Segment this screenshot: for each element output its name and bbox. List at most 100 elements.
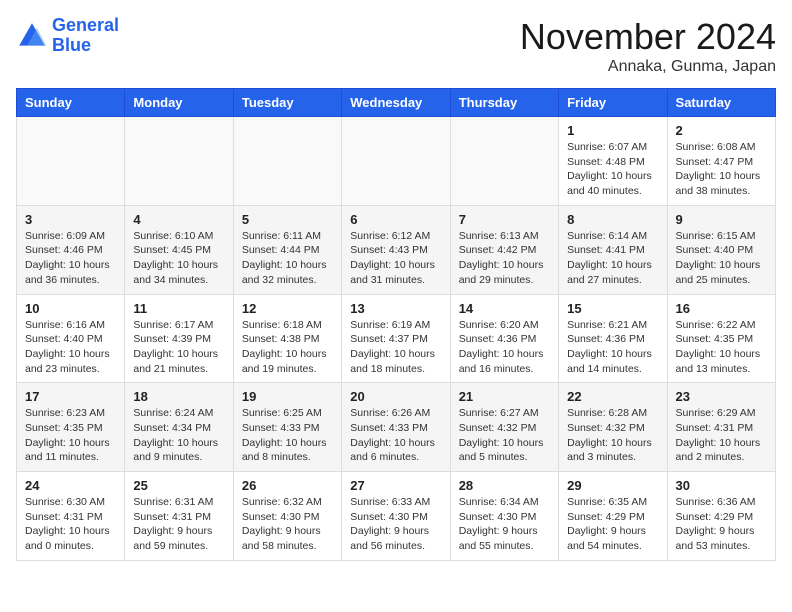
- calendar-day-cell: 27 Sunrise: 6:33 AM Sunset: 4:30 PM Dayli…: [342, 472, 450, 561]
- logo-text: General Blue: [52, 16, 119, 56]
- calendar-day-cell: 24Sunrise: 6:30 AM Sunset: 4:31 PM Dayli…: [17, 472, 125, 561]
- day-number: 13: [350, 301, 441, 316]
- calendar-day-cell: 3 Sunrise: 6:09 AM Sunset: 4:46 PM Daylig…: [17, 205, 125, 294]
- day-number: 8: [567, 212, 658, 227]
- calendar-day-cell: 30 Sunrise: 6:36 AM Sunset: 4:29 PM Dayli…: [667, 472, 775, 561]
- calendar-day-cell: 20Sunrise: 6:26 AM Sunset: 4:33 PM Dayli…: [342, 383, 450, 472]
- day-info: Sunrise: 6:34 AM Sunset: 4:30 PM Dayligh…: [459, 495, 550, 554]
- calendar-day-cell: [342, 117, 450, 206]
- day-info: Sunrise: 6:36 AM Sunset: 4:29 PM Dayligh…: [676, 495, 767, 554]
- weekday-header-cell: Sunday: [17, 89, 125, 117]
- month-title: November 2024: [520, 16, 776, 58]
- day-number: 23: [676, 389, 767, 404]
- calendar-day-cell: 23 Sunrise: 6:29 AM Sunset: 4:31 PM Dayli…: [667, 383, 775, 472]
- day-info: Sunrise: 6:09 AM Sunset: 4:46 PM Dayligh…: [25, 229, 116, 288]
- calendar-day-cell: 8Sunrise: 6:14 AM Sunset: 4:41 PM Daylig…: [559, 205, 667, 294]
- day-number: 25: [133, 478, 224, 493]
- calendar-day-cell: 9 Sunrise: 6:15 AM Sunset: 4:40 PM Daylig…: [667, 205, 775, 294]
- weekday-header-cell: Thursday: [450, 89, 558, 117]
- calendar-day-cell: 19 Sunrise: 6:25 AM Sunset: 4:33 PM Dayli…: [233, 383, 341, 472]
- calendar-day-cell: 5 Sunrise: 6:11 AM Sunset: 4:44 PM Daylig…: [233, 205, 341, 294]
- calendar-day-cell: 18 Sunrise: 6:24 AM Sunset: 4:34 PM Dayli…: [125, 383, 233, 472]
- day-info: Sunrise: 6:15 AM Sunset: 4:40 PM Dayligh…: [676, 229, 767, 288]
- day-info: Sunrise: 6:35 AM Sunset: 4:29 PM Dayligh…: [567, 495, 658, 554]
- calendar-day-cell: 6Sunrise: 6:12 AM Sunset: 4:43 PM Daylig…: [342, 205, 450, 294]
- weekday-header-cell: Wednesday: [342, 89, 450, 117]
- day-number: 21: [459, 389, 550, 404]
- day-number: 2: [676, 123, 767, 138]
- day-number: 10: [25, 301, 116, 316]
- calendar-week-row: 3 Sunrise: 6:09 AM Sunset: 4:46 PM Daylig…: [17, 205, 776, 294]
- calendar-day-cell: 4 Sunrise: 6:10 AM Sunset: 4:45 PM Daylig…: [125, 205, 233, 294]
- day-info: Sunrise: 6:19 AM Sunset: 4:37 PM Dayligh…: [350, 318, 441, 377]
- day-info: Sunrise: 6:13 AM Sunset: 4:42 PM Dayligh…: [459, 229, 550, 288]
- day-number: 30: [676, 478, 767, 493]
- calendar-week-row: 17 Sunrise: 6:23 AM Sunset: 4:35 PM Dayli…: [17, 383, 776, 472]
- calendar-day-cell: 28 Sunrise: 6:34 AM Sunset: 4:30 PM Dayli…: [450, 472, 558, 561]
- day-number: 7: [459, 212, 550, 227]
- calendar-day-cell: [125, 117, 233, 206]
- day-info: Sunrise: 6:27 AM Sunset: 4:32 PM Dayligh…: [459, 406, 550, 465]
- day-number: 14: [459, 301, 550, 316]
- day-info: Sunrise: 6:11 AM Sunset: 4:44 PM Dayligh…: [242, 229, 333, 288]
- day-number: 15: [567, 301, 658, 316]
- weekday-header-cell: Friday: [559, 89, 667, 117]
- day-number: 5: [242, 212, 333, 227]
- day-info: Sunrise: 6:33 AM Sunset: 4:30 PM Dayligh…: [350, 495, 441, 554]
- weekday-header-row: SundayMondayTuesdayWednesdayThursdayFrid…: [17, 89, 776, 117]
- calendar-day-cell: 16 Sunrise: 6:22 AM Sunset: 4:35 PM Dayli…: [667, 294, 775, 383]
- day-number: 24: [25, 478, 116, 493]
- calendar-day-cell: 15Sunrise: 6:21 AM Sunset: 4:36 PM Dayli…: [559, 294, 667, 383]
- day-number: 9: [676, 212, 767, 227]
- day-info: Sunrise: 6:12 AM Sunset: 4:43 PM Dayligh…: [350, 229, 441, 288]
- day-info: Sunrise: 6:25 AM Sunset: 4:33 PM Dayligh…: [242, 406, 333, 465]
- calendar-day-cell: 29 Sunrise: 6:35 AM Sunset: 4:29 PM Dayli…: [559, 472, 667, 561]
- calendar-day-cell: 2Sunrise: 6:08 AM Sunset: 4:47 PM Daylig…: [667, 117, 775, 206]
- location: Annaka, Gunma, Japan: [520, 58, 776, 76]
- calendar-day-cell: [450, 117, 558, 206]
- day-number: 12: [242, 301, 333, 316]
- day-number: 16: [676, 301, 767, 316]
- day-number: 26: [242, 478, 333, 493]
- day-number: 3: [25, 212, 116, 227]
- day-info: Sunrise: 6:10 AM Sunset: 4:45 PM Dayligh…: [133, 229, 224, 288]
- calendar-day-cell: 12 Sunrise: 6:18 AM Sunset: 4:38 PM Dayli…: [233, 294, 341, 383]
- calendar-day-cell: 10 Sunrise: 6:16 AM Sunset: 4:40 PM Dayli…: [17, 294, 125, 383]
- day-info: Sunrise: 6:18 AM Sunset: 4:38 PM Dayligh…: [242, 318, 333, 377]
- day-info: Sunrise: 6:20 AM Sunset: 4:36 PM Dayligh…: [459, 318, 550, 377]
- calendar-week-row: 10 Sunrise: 6:16 AM Sunset: 4:40 PM Dayli…: [17, 294, 776, 383]
- calendar-day-cell: 1Sunrise: 6:07 AM Sunset: 4:48 PM Daylig…: [559, 117, 667, 206]
- calendar-body: 1Sunrise: 6:07 AM Sunset: 4:48 PM Daylig…: [17, 117, 776, 561]
- logo: General Blue: [16, 16, 119, 56]
- day-number: 18: [133, 389, 224, 404]
- day-info: Sunrise: 6:26 AM Sunset: 4:33 PM Dayligh…: [350, 406, 441, 465]
- weekday-header-cell: Saturday: [667, 89, 775, 117]
- day-info: Sunrise: 6:22 AM Sunset: 4:35 PM Dayligh…: [676, 318, 767, 377]
- day-number: 1: [567, 123, 658, 138]
- calendar-day-cell: 7 Sunrise: 6:13 AM Sunset: 4:42 PM Daylig…: [450, 205, 558, 294]
- page-header: General Blue November 2024 Annaka, Gunma…: [16, 16, 776, 76]
- day-info: Sunrise: 6:31 AM Sunset: 4:31 PM Dayligh…: [133, 495, 224, 554]
- calendar-day-cell: 22Sunrise: 6:28 AM Sunset: 4:32 PM Dayli…: [559, 383, 667, 472]
- day-number: 17: [25, 389, 116, 404]
- calendar-day-cell: [17, 117, 125, 206]
- title-block: November 2024 Annaka, Gunma, Japan: [520, 16, 776, 76]
- day-number: 29: [567, 478, 658, 493]
- calendar-day-cell: 13 Sunrise: 6:19 AM Sunset: 4:37 PM Dayli…: [342, 294, 450, 383]
- day-info: Sunrise: 6:29 AM Sunset: 4:31 PM Dayligh…: [676, 406, 767, 465]
- calendar-week-row: 24Sunrise: 6:30 AM Sunset: 4:31 PM Dayli…: [17, 472, 776, 561]
- day-info: Sunrise: 6:24 AM Sunset: 4:34 PM Dayligh…: [133, 406, 224, 465]
- logo-icon: [16, 20, 48, 52]
- day-info: Sunrise: 6:16 AM Sunset: 4:40 PM Dayligh…: [25, 318, 116, 377]
- calendar-day-cell: 26Sunrise: 6:32 AM Sunset: 4:30 PM Dayli…: [233, 472, 341, 561]
- weekday-header-cell: Monday: [125, 89, 233, 117]
- calendar-day-cell: [233, 117, 341, 206]
- day-info: Sunrise: 6:17 AM Sunset: 4:39 PM Dayligh…: [133, 318, 224, 377]
- day-number: 27: [350, 478, 441, 493]
- day-number: 28: [459, 478, 550, 493]
- day-number: 19: [242, 389, 333, 404]
- day-number: 4: [133, 212, 224, 227]
- day-number: 11: [133, 301, 224, 316]
- calendar-day-cell: 21 Sunrise: 6:27 AM Sunset: 4:32 PM Dayli…: [450, 383, 558, 472]
- day-info: Sunrise: 6:23 AM Sunset: 4:35 PM Dayligh…: [25, 406, 116, 465]
